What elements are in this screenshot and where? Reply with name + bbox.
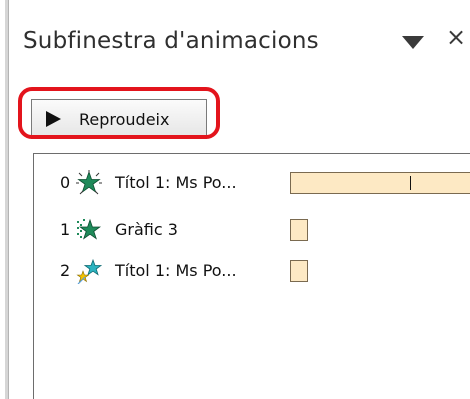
- animation-order-number: 0: [60, 173, 71, 192]
- animation-order-number: 2: [60, 261, 71, 280]
- triangle-down-icon[interactable]: [402, 36, 424, 49]
- close-icon[interactable]: ×: [446, 25, 466, 49]
- animation-item-label: Títol 1: Ms Po...: [115, 173, 237, 192]
- list-item[interactable]: 0 Títol 1: Ms Po...: [34, 168, 470, 198]
- list-item[interactable]: 1 Gràfic 3: [34, 215, 470, 245]
- star-burst-effect-icon: [76, 170, 102, 195]
- timing-bar[interactable]: [290, 260, 308, 282]
- animation-list[interactable]: 0 Títol 1: Ms Po... 1 Gràfic 3 2 Títol 1…: [33, 153, 470, 399]
- animation-item-label: Gràfic 3: [115, 220, 178, 239]
- pane-left-border-inner: [8, 0, 9, 399]
- list-item[interactable]: 2 Títol 1: Ms Po...: [34, 256, 470, 286]
- animation-item-label: Títol 1: Ms Po...: [115, 261, 237, 280]
- star-fly-in-effect-icon: [76, 258, 102, 284]
- star-dissolve-effect-icon: [77, 218, 102, 240]
- timing-bar[interactable]: [290, 172, 470, 194]
- red-highlight-annotation: [18, 87, 220, 139]
- timing-marker: [410, 176, 411, 190]
- pane-title: Subfinestra d'animacions: [23, 28, 319, 54]
- timing-bar[interactable]: [290, 219, 308, 241]
- animation-order-number: 1: [60, 220, 71, 239]
- animation-pane: Subfinestra d'animacions × Reproudeix 0 …: [0, 0, 470, 399]
